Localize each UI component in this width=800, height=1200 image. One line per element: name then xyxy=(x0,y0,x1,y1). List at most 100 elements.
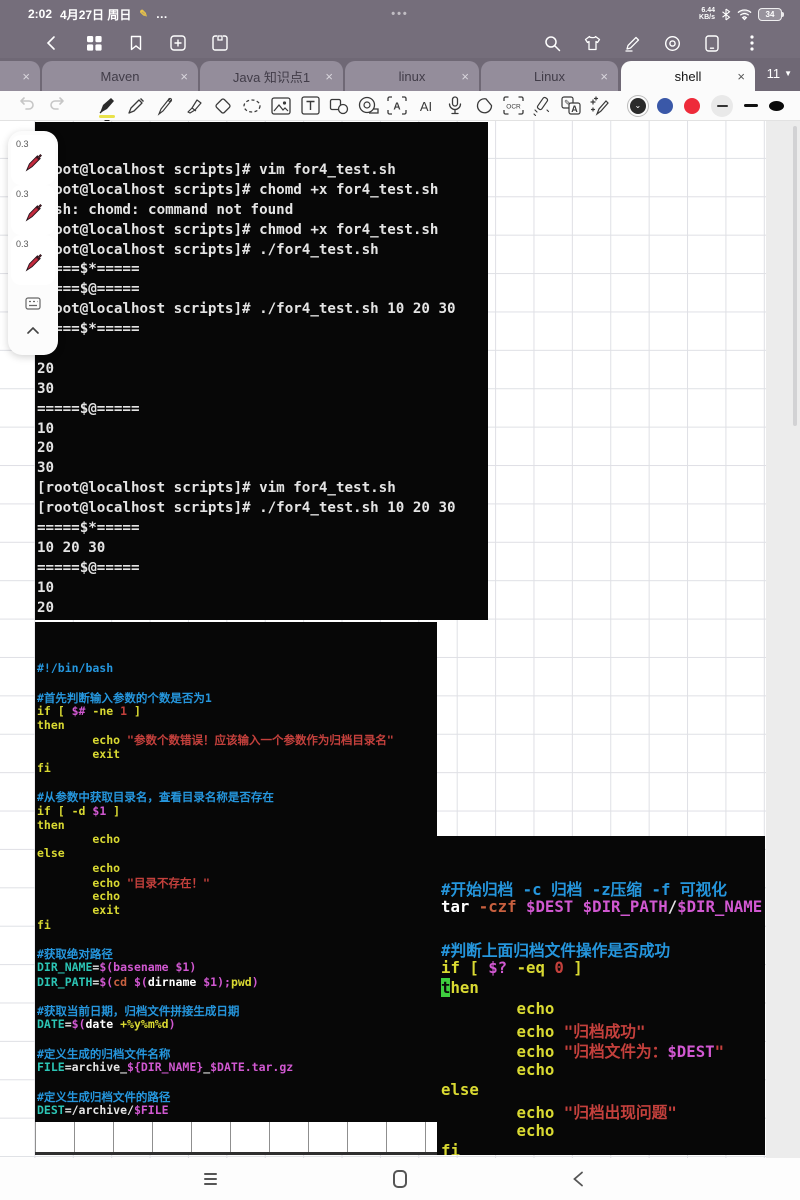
code-line: then xyxy=(441,978,765,998)
ai-label: AI xyxy=(420,99,432,114)
code-line: echo xyxy=(37,889,437,903)
ocr-tool[interactable]: OCR xyxy=(502,93,524,119)
tab-java[interactable]: Java 知识点1 × xyxy=(200,61,343,91)
laser-pointer-tool[interactable] xyxy=(473,93,495,119)
pen-preset-3[interactable]: 0.3 xyxy=(11,235,55,285)
fountain-pen-tool[interactable] xyxy=(96,93,118,119)
code-line: #首先判断输入参数的个数是否为1 xyxy=(37,690,437,704)
back-nav-button[interactable] xyxy=(553,1158,603,1200)
code-line: echo "参数个数错误！应该输入一个参数作为归档目录名" xyxy=(37,732,437,746)
red-pen-icon xyxy=(23,151,45,173)
search-icon[interactable] xyxy=(532,35,572,52)
scrollbar[interactable] xyxy=(793,126,797,426)
annotate-pen-icon[interactable] xyxy=(612,35,652,52)
eraser-tool[interactable] xyxy=(212,93,234,119)
tab-close-icon[interactable]: × xyxy=(22,69,30,84)
back-button[interactable] xyxy=(32,35,72,51)
screenshot-crop-button[interactable] xyxy=(200,35,240,51)
collapse-panel-button[interactable] xyxy=(27,323,39,337)
code-line: 30 xyxy=(37,460,488,480)
text-recognition-tool[interactable]: A xyxy=(386,93,408,119)
tab-partial[interactable]: × xyxy=(0,61,40,91)
code-line: bash: chomd: command not found xyxy=(37,202,488,222)
code-line: [root@localhost scripts]# vim for4_test.… xyxy=(37,480,488,500)
tab-maven[interactable]: Maven × xyxy=(42,61,198,91)
recents-button[interactable] xyxy=(185,1158,235,1200)
stroke-width-medium[interactable] xyxy=(744,104,758,108)
text-tool[interactable] xyxy=(299,93,321,119)
device-mirror-icon[interactable] xyxy=(692,35,732,52)
system-nav-bar xyxy=(0,1158,800,1200)
screen-record-icon[interactable] xyxy=(652,35,692,52)
bookmark-button[interactable] xyxy=(116,35,156,51)
color-swatch-black-selected[interactable]: ⌄ xyxy=(630,98,646,114)
code-line: [root@localhost scripts]# ./for4_test.sh xyxy=(37,242,488,262)
microphone-tool[interactable] xyxy=(444,93,466,119)
more-menu-icon[interactable] xyxy=(732,35,772,51)
theme-shirt-icon[interactable] xyxy=(572,35,612,51)
tab-counter[interactable]: 11▼ xyxy=(767,66,792,81)
redo-button[interactable] xyxy=(48,95,66,116)
smart-pen-tool[interactable] xyxy=(531,93,553,119)
code-line: #定义生成归档文件的路径 xyxy=(37,1089,437,1103)
tab-linux-lower[interactable]: linux × xyxy=(345,61,479,91)
code-line xyxy=(37,932,437,946)
home-button[interactable] xyxy=(375,1158,425,1200)
terminal-screenshot[interactable]: [root@localhost scripts]# vim for4_test.… xyxy=(35,122,488,620)
translate-tool[interactable]: ✎A xyxy=(560,93,582,119)
code-line: echo xyxy=(441,1121,765,1141)
color-swatch-blue[interactable] xyxy=(657,98,673,114)
window-drag-handle[interactable]: ••• xyxy=(0,8,800,20)
code-line: =====$@===== xyxy=(37,281,488,301)
code-line: exit xyxy=(37,747,437,761)
add-page-button[interactable] xyxy=(158,35,198,51)
highlighter-tool[interactable] xyxy=(183,93,205,119)
stroke-width-thick[interactable] xyxy=(769,101,784,111)
code-line: 30 xyxy=(37,619,488,620)
code-line: echo xyxy=(441,1060,765,1080)
code-line: echo "目录不存在！" xyxy=(37,875,437,889)
code-line: =====$@===== xyxy=(37,560,488,580)
pencil-tool[interactable] xyxy=(125,93,147,119)
tab-close-icon[interactable]: × xyxy=(600,69,608,84)
ballpoint-pen-tool[interactable] xyxy=(154,93,176,119)
tab-close-icon[interactable]: × xyxy=(461,69,469,84)
code-line: DEST=/archive/$FILE xyxy=(37,1103,437,1117)
tape-tool[interactable] xyxy=(357,93,379,119)
tab-close-icon[interactable]: × xyxy=(325,69,333,84)
code-line: tar -czf $DEST $DIR_PATH/$DIR_NAME xyxy=(441,897,765,917)
script-screenshot-small[interactable]: #!/bin/bash #首先判断输入参数的个数是否为1if [ $# -ne … xyxy=(35,622,437,1122)
stroke-width-thin-selected[interactable] xyxy=(711,95,733,117)
tab-linux-upper[interactable]: Linux × xyxy=(481,61,618,91)
svg-text:A: A xyxy=(393,102,400,113)
panel-settings-icon[interactable] xyxy=(25,297,41,315)
code-line: echo "归档成功" xyxy=(441,1019,765,1039)
insert-image-tool[interactable] xyxy=(270,93,292,119)
magic-pen-tool[interactable] xyxy=(589,93,611,119)
code-line: DIR_PATH=$(cd $(dirname $1);pwd) xyxy=(37,975,437,989)
apps-grid-icon[interactable] xyxy=(74,36,114,51)
pen-preset-1[interactable]: 0.3 xyxy=(11,135,55,185)
tab-close-icon[interactable]: × xyxy=(737,69,745,84)
shell-script-code-zoomed: #开始归档 -c 归档 -z压缩 -f 可视化tar -czf $DEST $D… xyxy=(437,872,765,1155)
code-line: #获取绝对路径 xyxy=(37,946,437,960)
shapes-tool[interactable] xyxy=(328,93,350,119)
code-line: DIR_NAME=$(basename $1) xyxy=(37,960,437,974)
pen-preset-2[interactable]: 0.3 xyxy=(11,185,55,235)
color-swatch-red[interactable] xyxy=(684,98,700,114)
code-line: echo xyxy=(37,861,437,875)
script-screenshot-large[interactable]: #开始归档 -c 归档 -z压缩 -f 可视化tar -czf $DEST $D… xyxy=(437,836,765,1155)
code-line: 10 xyxy=(37,580,488,600)
code-line: echo xyxy=(441,999,765,1019)
lasso-tool[interactable] xyxy=(241,93,263,119)
ai-tool[interactable]: AI xyxy=(415,93,437,119)
code-line: fi xyxy=(37,761,437,775)
note-canvas[interactable]: [root@localhost scripts]# vim for4_test.… xyxy=(0,121,800,1158)
recents-icon xyxy=(204,1173,217,1185)
code-line: 10 xyxy=(37,341,488,361)
undo-button[interactable] xyxy=(18,95,36,116)
tab-shell-active[interactable]: shell × xyxy=(621,61,755,91)
terminal-output: [root@localhost scripts]# vim for4_test.… xyxy=(35,158,488,620)
tab-close-icon[interactable]: × xyxy=(180,69,188,84)
code-line: [root@localhost scripts]# ./for4_test.sh… xyxy=(37,500,488,520)
